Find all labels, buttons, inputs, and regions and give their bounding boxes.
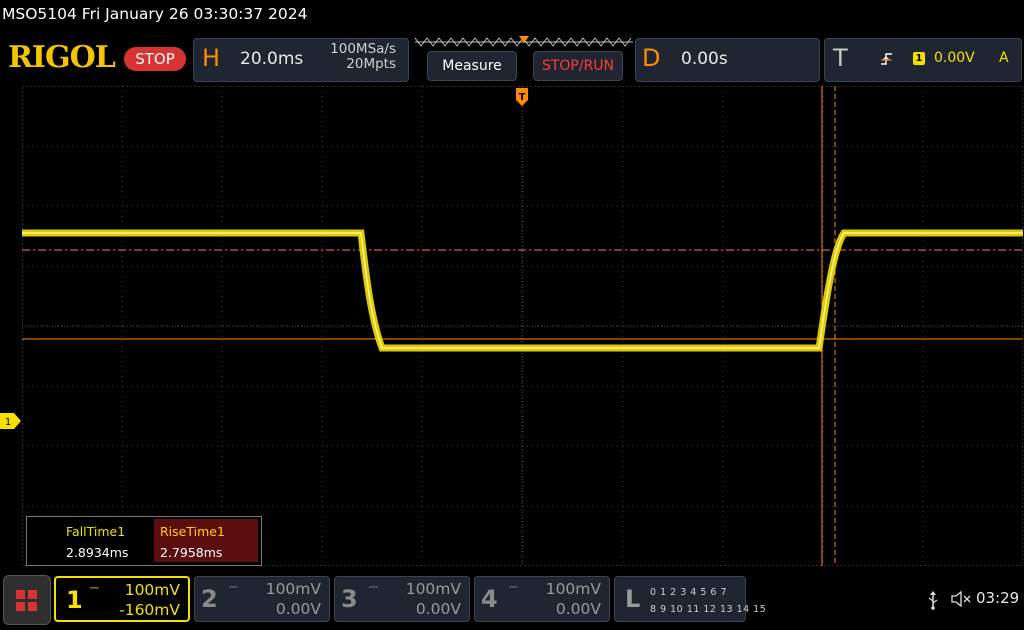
channel-4-box[interactable]: 4 ⎓ 100mV 0.00V	[474, 576, 610, 622]
run-state-badge[interactable]: STOP	[124, 47, 186, 71]
channel-2-scale: 100mV	[265, 580, 321, 598]
dc-coupling-icon: ⎓	[90, 581, 99, 594]
channel-4-offset: 0.00V	[555, 600, 601, 618]
channel-2-number: 2	[201, 585, 218, 613]
trigger-level: 0.00V	[934, 50, 975, 66]
rising-edge-icon	[881, 53, 892, 65]
channel-2-box[interactable]: 2 ⎓ 100mV 0.00V	[194, 576, 330, 622]
trigger-source-badge: 1	[913, 52, 925, 65]
usb-icon	[928, 591, 938, 610]
channel-4-scale: 100mV	[545, 580, 601, 598]
ch1-marker-label: 1	[5, 417, 11, 428]
measure-button-label: Measure	[442, 58, 502, 74]
sample-info: 100MSa/s 20Mpts	[308, 42, 396, 72]
fall-time-value: 2.8934ms	[66, 545, 129, 560]
sample-rate: 100MSa/s	[330, 41, 396, 57]
dc-coupling-icon: ⎓	[509, 580, 518, 593]
system-clock: 03:29	[976, 589, 1020, 607]
channel-1-scale: 100mV	[124, 581, 180, 599]
channel-3-scale: 100mV	[405, 580, 461, 598]
measure-button[interactable]: Measure	[427, 51, 517, 81]
rigol-logo: RIGOL	[8, 40, 116, 75]
rise-time-label: RiseTime1	[160, 524, 225, 539]
speaker-muted-icon[interactable]	[950, 590, 972, 608]
title-bar: MSO5104 Fri January 26 03:30:37 2024	[0, 0, 1024, 34]
logic-analyzer-box[interactable]: L 0 1 2 3 4 5 6 7 8 9 10 11 12 13 14 15	[614, 576, 766, 622]
menu-grid-icon	[16, 590, 37, 611]
delay-value: 0.00s	[681, 49, 728, 69]
channel-1-offset: -160mV	[119, 601, 180, 619]
waveform-display[interactable]: T	[22, 86, 1023, 566]
logic-label: L	[625, 585, 641, 613]
dc-coupling-icon: ⎓	[229, 580, 238, 593]
fall-time-label: FallTime1	[66, 524, 126, 539]
channel-1-box[interactable]: 1 ⎓ 100mV -160mV	[54, 576, 190, 622]
svg-text:T: T	[519, 92, 526, 103]
trigger-label: T	[833, 44, 848, 72]
channel-4-number: 4	[481, 585, 498, 613]
ch1-offset-marker[interactable]: 1	[0, 413, 22, 429]
main-menu-button[interactable]	[3, 575, 51, 625]
memory-depth: 20Mpts	[346, 56, 396, 72]
trigger-mode: A	[999, 50, 1009, 66]
model-datetime: MSO5104 Fri January 26 03:30:37 2024	[2, 5, 308, 23]
channel-3-number: 3	[341, 585, 358, 613]
dc-coupling-icon: ⎓	[369, 580, 378, 593]
rise-time-value: 2.7958ms	[160, 545, 223, 560]
logic-channels-row-2: 8 9 10 11 12 13 14 15	[650, 604, 767, 615]
memory-ruler	[413, 36, 635, 48]
stop-run-button-label: STOP/RUN	[541, 58, 615, 74]
horizontal-label: H	[202, 44, 221, 72]
timebase-value: 20.0ms	[240, 49, 304, 69]
channel-3-offset: 0.00V	[415, 600, 461, 618]
channel-2-offset: 0.00V	[275, 600, 321, 618]
delay-label: D	[642, 44, 661, 72]
logic-channels-row-1: 0 1 2 3 4 5 6 7	[650, 587, 727, 598]
channel-3-box[interactable]: 3 ⎓ 100mV 0.00V	[334, 576, 470, 622]
stop-run-button[interactable]: STOP/RUN	[533, 51, 623, 81]
channel-1-number: 1	[66, 586, 83, 614]
